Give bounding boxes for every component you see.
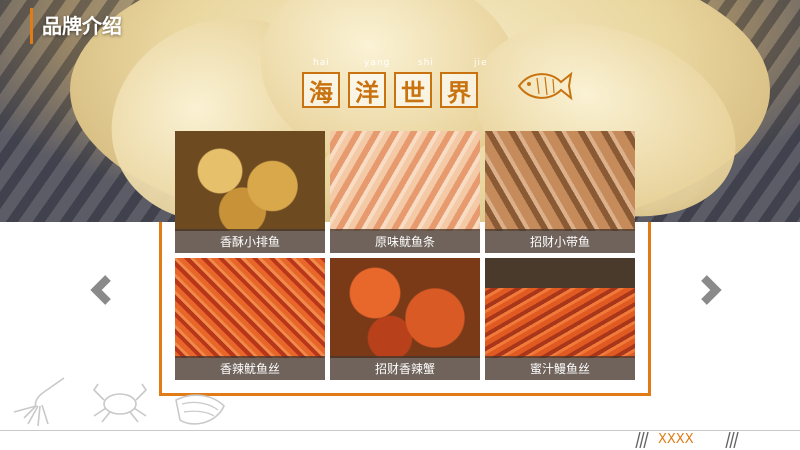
pinyin-label: yang	[364, 58, 391, 68]
shell-icon	[175, 394, 225, 425]
product-card[interactable]: 招财香辣蟹	[330, 258, 480, 380]
product-photo	[175, 258, 325, 358]
product-card[interactable]: 原味鱿鱼条	[330, 131, 480, 253]
slash-icon	[635, 432, 649, 448]
squid-icon	[13, 377, 65, 427]
product-card[interactable]: 香辣鱿鱼丝	[175, 258, 325, 380]
pinyin-label: shi	[418, 58, 434, 68]
product-photo	[485, 258, 635, 358]
header-char: 世	[394, 72, 432, 108]
header-char: 界	[440, 72, 478, 108]
pinyin-label: jie	[474, 58, 488, 68]
page-title: 品牌介绍	[42, 14, 122, 38]
product-photo	[175, 131, 325, 231]
fish-icon	[517, 71, 573, 101]
product-name: 招财小带鱼	[485, 229, 635, 253]
product-grid: 香酥小排鱼 原味鱿鱼条 招财小带鱼 香辣鱿鱼丝 招财香辣蟹 蜜汁鳗鱼丝	[175, 131, 635, 380]
pinyin-label: hai	[313, 58, 330, 68]
product-name: 蜜汁鳗鱼丝	[485, 356, 635, 380]
title-accent-bar	[30, 8, 33, 44]
footer-divider	[0, 430, 800, 431]
chevron-right-icon[interactable]	[694, 274, 726, 306]
product-photo	[485, 131, 635, 231]
product-name: 原味鱿鱼条	[330, 229, 480, 253]
product-name: 香酥小排鱼	[175, 229, 325, 253]
product-card[interactable]: 香酥小排鱼	[175, 131, 325, 253]
chevron-left-icon[interactable]	[86, 274, 118, 306]
product-card[interactable]: 招财小带鱼	[485, 131, 635, 253]
header-chars: 海 洋 世 界	[302, 72, 478, 108]
product-photo	[330, 131, 480, 231]
slash-icon	[725, 432, 739, 448]
product-name: 香辣鱿鱼丝	[175, 356, 325, 380]
product-photo	[330, 258, 480, 358]
product-name: 招财香辣蟹	[330, 356, 480, 380]
product-card[interactable]: 蜜汁鳗鱼丝	[485, 258, 635, 380]
crab-icon	[92, 383, 148, 423]
footer-text: XXXX	[658, 432, 694, 447]
header-char: 洋	[348, 72, 386, 108]
header-char: 海	[302, 72, 340, 108]
